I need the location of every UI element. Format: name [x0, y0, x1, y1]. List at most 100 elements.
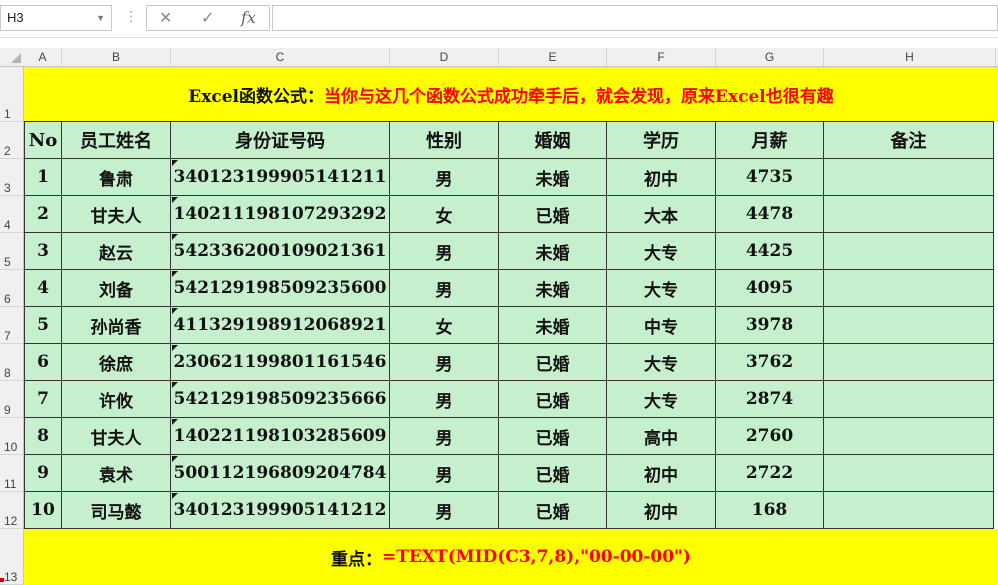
row-header-5[interactable]: 5: [0, 233, 24, 270]
table-cell-salary[interactable]: 2874: [716, 381, 824, 418]
enter-icon[interactable]: ✓: [201, 8, 214, 27]
select-all-corner[interactable]: [0, 48, 24, 66]
selection-handle[interactable]: [0, 578, 4, 582]
table-cell-salary[interactable]: 3762: [716, 344, 824, 381]
text-number-indicator-icon[interactable]: [172, 160, 178, 166]
row-header-13[interactable]: 13: [0, 529, 24, 585]
table-cell-remarks[interactable]: [824, 492, 994, 529]
cancel-icon[interactable]: ✕: [159, 8, 172, 27]
table-cell-marital[interactable]: 已婚: [499, 381, 607, 418]
table-cell-education[interactable]: 初中: [607, 159, 716, 196]
table-cell-no[interactable]: 2: [24, 196, 62, 233]
row-header-4[interactable]: 4: [0, 196, 24, 233]
table-cell-remarks[interactable]: [824, 159, 994, 196]
header-cell-remarks[interactable]: 备注: [824, 122, 994, 159]
table-cell-education[interactable]: 大专: [607, 344, 716, 381]
table-cell-name[interactable]: 赵云: [62, 233, 171, 270]
table-cell-gender[interactable]: 女: [390, 196, 499, 233]
header-cell-id[interactable]: 身份证号码: [171, 122, 390, 159]
table-cell-name[interactable]: 司马懿: [62, 492, 171, 529]
table-cell-education[interactable]: 大专: [607, 270, 716, 307]
table-cell-education[interactable]: 初中: [607, 492, 716, 529]
sheet-title[interactable]: Excel函数公式： 当你与这几个函数公式成功牵手后，就会发现，原来Excel也很…: [24, 67, 998, 122]
row-header-6[interactable]: 6: [0, 270, 24, 307]
table-cell-no[interactable]: 8: [24, 418, 62, 455]
table-cell-salary[interactable]: 168: [716, 492, 824, 529]
header-cell-marital[interactable]: 婚姻: [499, 122, 607, 159]
table-cell-remarks[interactable]: [824, 196, 994, 233]
table-cell-no[interactable]: 6: [24, 344, 62, 381]
table-cell-no[interactable]: 4: [24, 270, 62, 307]
table-cell-remarks[interactable]: [824, 344, 994, 381]
table-cell-marital[interactable]: 已婚: [499, 492, 607, 529]
table-cell-education[interactable]: 大专: [607, 233, 716, 270]
table-cell-education[interactable]: 初中: [607, 455, 716, 492]
table-cell-education[interactable]: 高中: [607, 418, 716, 455]
table-cell-salary[interactable]: 4425: [716, 233, 824, 270]
table-cell-no[interactable]: 9: [24, 455, 62, 492]
table-cell-name[interactable]: 刘备: [62, 270, 171, 307]
table-cell-name[interactable]: 徐庶: [62, 344, 171, 381]
text-number-indicator-icon[interactable]: [172, 345, 178, 351]
table-cell-gender[interactable]: 男: [390, 492, 499, 529]
table-cell-id[interactable]: 140211198107293292: [171, 196, 390, 233]
table-cell-salary[interactable]: 2722: [716, 455, 824, 492]
table-cell-education[interactable]: 大专: [607, 381, 716, 418]
table-cell-education[interactable]: 大本: [607, 196, 716, 233]
row-header-11[interactable]: 11: [0, 455, 24, 492]
formula-note[interactable]: 重点： =TEXT(MID(C3,7,8),"00-00-00"): [24, 529, 998, 585]
text-number-indicator-icon[interactable]: [172, 382, 178, 388]
row-header-8[interactable]: 8: [0, 344, 24, 381]
table-cell-id[interactable]: 500112196809204784: [171, 455, 390, 492]
table-cell-no[interactable]: 3: [24, 233, 62, 270]
row-header-1[interactable]: 1: [0, 67, 24, 122]
text-number-indicator-icon[interactable]: [172, 308, 178, 314]
table-cell-gender[interactable]: 男: [390, 344, 499, 381]
table-cell-marital[interactable]: 已婚: [499, 344, 607, 381]
row-header-2[interactable]: 2: [0, 122, 24, 159]
table-cell-marital[interactable]: 已婚: [499, 455, 607, 492]
table-cell-marital[interactable]: 未婚: [499, 159, 607, 196]
table-cell-no[interactable]: 7: [24, 381, 62, 418]
table-cell-name[interactable]: 甘夫人: [62, 196, 171, 233]
header-cell-salary[interactable]: 月薪: [716, 122, 824, 159]
text-number-indicator-icon[interactable]: [172, 456, 178, 462]
table-cell-salary[interactable]: 4478: [716, 196, 824, 233]
text-number-indicator-icon[interactable]: [172, 493, 178, 499]
table-cell-salary[interactable]: 2760: [716, 418, 824, 455]
column-header-d[interactable]: D: [390, 48, 499, 66]
column-header-b[interactable]: B: [62, 48, 171, 66]
header-cell-name[interactable]: 员工姓名: [62, 122, 171, 159]
column-header-c[interactable]: C: [171, 48, 390, 66]
drag-handle-icon[interactable]: ⋮: [124, 9, 138, 25]
table-cell-no[interactable]: 5: [24, 307, 62, 344]
table-cell-no[interactable]: 1: [24, 159, 62, 196]
name-box[interactable]: H3 ▼: [0, 5, 112, 31]
row-header-9[interactable]: 9: [0, 381, 24, 418]
table-cell-id[interactable]: 230621199801161546: [171, 344, 390, 381]
table-cell-id[interactable]: 542129198509235600: [171, 270, 390, 307]
table-cell-gender[interactable]: 男: [390, 233, 499, 270]
table-cell-gender[interactable]: 男: [390, 418, 499, 455]
header-cell-no[interactable]: No: [24, 122, 62, 159]
table-cell-id[interactable]: 411329198912068921: [171, 307, 390, 344]
table-cell-id[interactable]: 542129198509235666: [171, 381, 390, 418]
table-cell-id[interactable]: 340123199905141212: [171, 492, 390, 529]
header-cell-education[interactable]: 学历: [607, 122, 716, 159]
table-cell-salary[interactable]: 4095: [716, 270, 824, 307]
table-cell-gender[interactable]: 男: [390, 381, 499, 418]
table-cell-remarks[interactable]: [824, 381, 994, 418]
text-number-indicator-icon[interactable]: [172, 271, 178, 277]
table-cell-gender[interactable]: 女: [390, 307, 499, 344]
table-cell-salary[interactable]: 4735: [716, 159, 824, 196]
table-cell-id[interactable]: 140221198103285609: [171, 418, 390, 455]
table-cell-remarks[interactable]: [824, 418, 994, 455]
text-number-indicator-icon[interactable]: [172, 234, 178, 240]
table-cell-gender[interactable]: 男: [390, 159, 499, 196]
table-cell-marital[interactable]: 未婚: [499, 307, 607, 344]
insert-function-icon[interactable]: fx: [241, 8, 256, 27]
column-header-a[interactable]: A: [24, 48, 62, 66]
table-cell-remarks[interactable]: [824, 307, 994, 344]
row-header-10[interactable]: 10: [0, 418, 24, 455]
row-header-3[interactable]: 3: [0, 159, 24, 196]
